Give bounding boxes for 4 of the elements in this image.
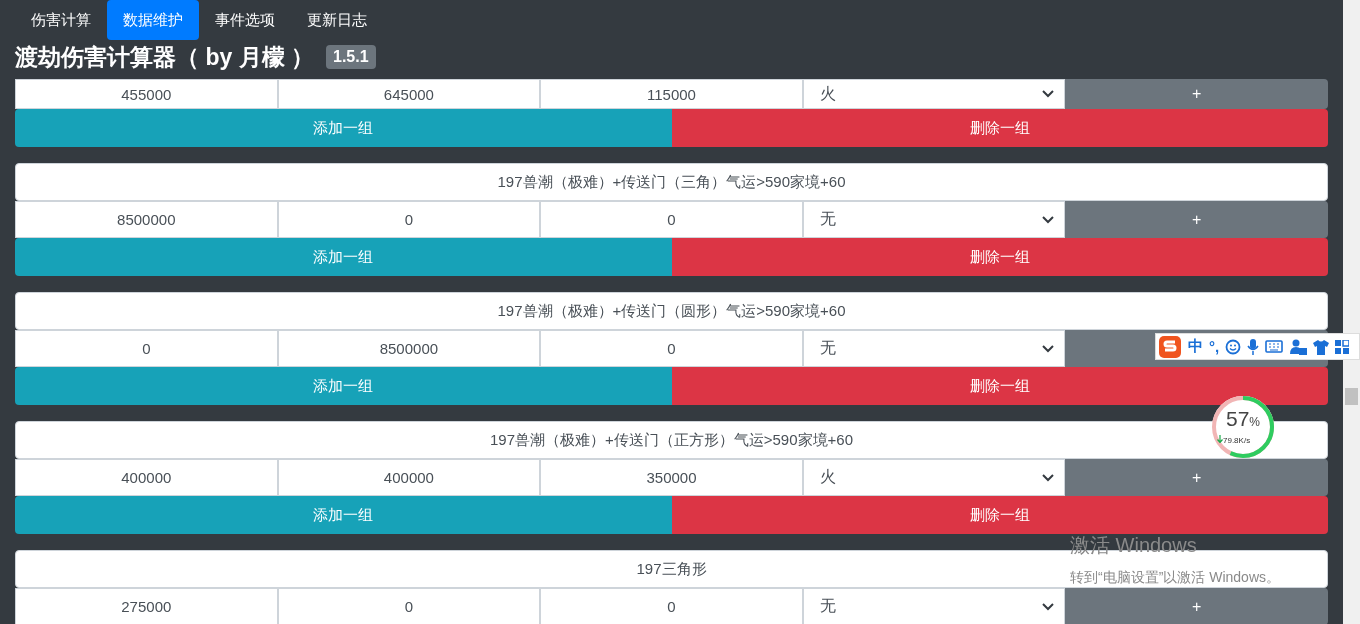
download-speed: 79.8K/s: [1223, 436, 1251, 445]
activation-hint: 转到“电脑设置”以激活 Windows。: [1070, 569, 1280, 587]
page-title: 渡劫伤害计算器（ by 月檬 ）: [15, 42, 314, 72]
version-badge: 1.5.1: [326, 45, 376, 69]
